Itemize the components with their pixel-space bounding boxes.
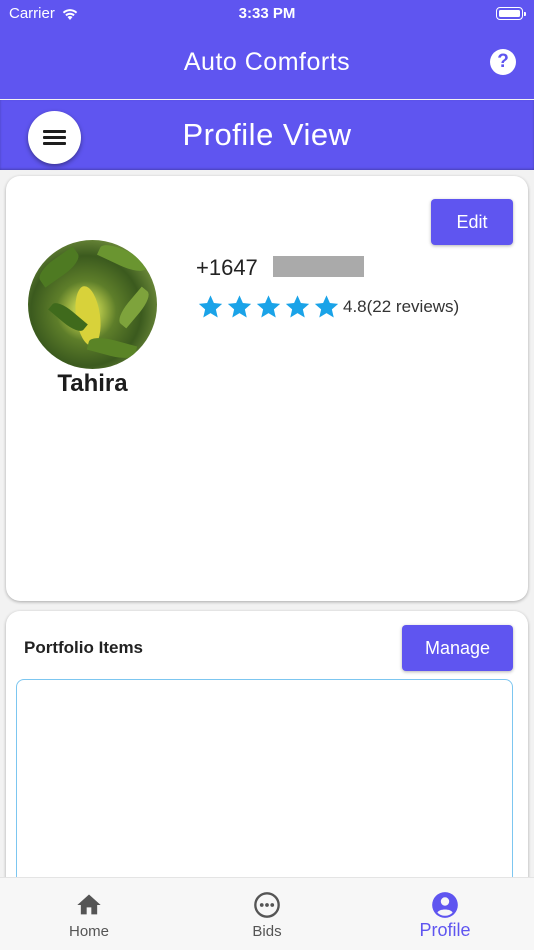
tab-bids[interactable]: Bids <box>178 878 356 950</box>
edit-button[interactable]: Edit <box>431 199 513 245</box>
star-icon <box>285 295 310 318</box>
menu-button[interactable] <box>28 111 81 164</box>
tab-profile-label: Profile <box>419 920 471 940</box>
portfolio-card: Portfolio Items Manage <box>6 611 528 911</box>
chat-bubble-icon <box>254 892 280 918</box>
phone-number: +1647 <box>196 255 258 280</box>
star-icon <box>314 295 339 318</box>
status-bar: Carrier 3:33 PM <box>0 0 534 28</box>
status-time: 3:33 PM <box>238 5 296 22</box>
account-circle-icon <box>432 892 458 918</box>
rating-text: 4.8(22 reviews) <box>343 297 460 316</box>
rating-row: 4.8(22 reviews) <box>196 293 459 321</box>
bottom-tab-bar: Home Bids Profile <box>0 877 534 950</box>
portfolio-list[interactable] <box>16 679 513 899</box>
profile-name: Tahira <box>57 370 128 397</box>
app-title: Auto Comforts <box>183 48 351 76</box>
tab-bids-label: Bids <box>252 923 282 940</box>
tab-home-label: Home <box>68 923 109 940</box>
avatar <box>28 240 157 369</box>
battery-icon <box>496 7 526 20</box>
profile-card: Edit Tahira +1647 4.8(22 reviews) <box>6 176 528 601</box>
home-icon <box>77 894 101 915</box>
help-icon[interactable]: ? <box>490 49 516 75</box>
app-bar: Auto Comforts ? <box>0 28 534 99</box>
star-icon <box>256 295 281 318</box>
profile-header: Profile View <box>0 100 534 170</box>
tab-home[interactable]: Home <box>0 878 178 950</box>
redacted-phone-digits <box>273 256 364 277</box>
tab-profile[interactable]: Profile <box>356 878 534 950</box>
portfolio-title: Portfolio Items <box>24 638 144 657</box>
star-icon <box>227 295 252 318</box>
star-icon <box>198 295 223 318</box>
manage-button[interactable]: Manage <box>402 625 513 671</box>
